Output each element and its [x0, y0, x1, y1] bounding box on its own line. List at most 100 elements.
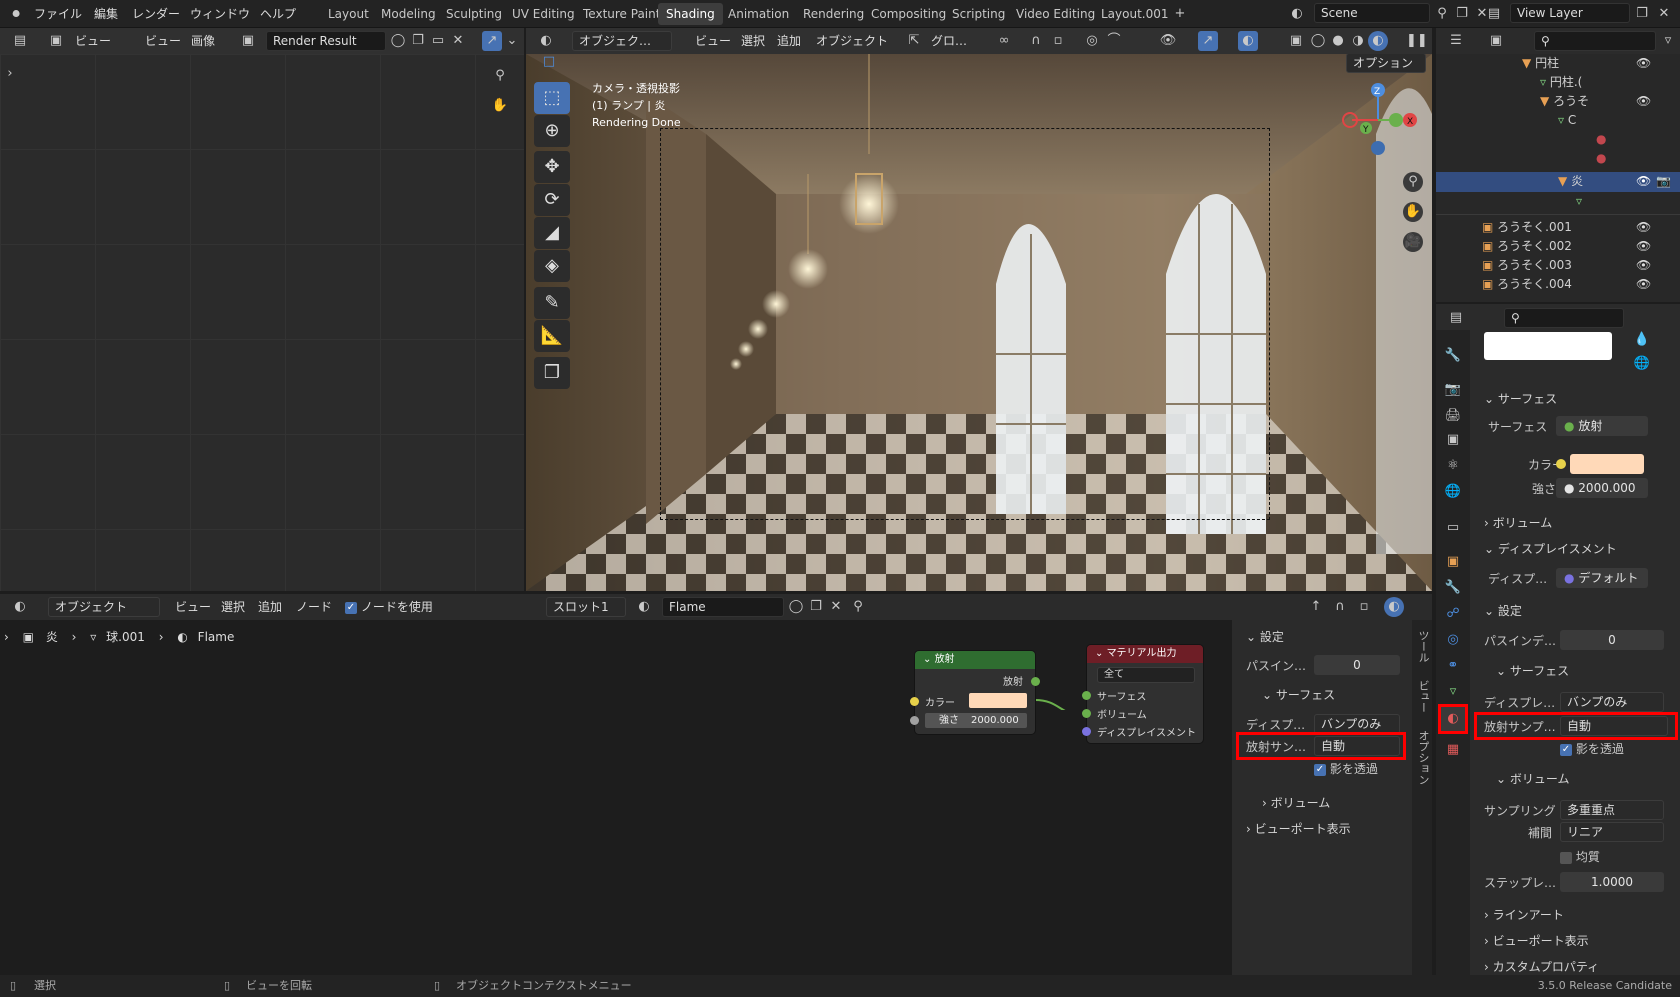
transform-tool-icon[interactable]: ◈: [534, 250, 570, 282]
modifier-tab-icon[interactable]: 🔧: [1443, 578, 1463, 598]
node-snap-icon[interactable]: ∩: [1330, 597, 1350, 617]
image-view-dropdown[interactable]: ビュー: [70, 31, 116, 51]
scene-tab-icon[interactable]: ⚛: [1443, 456, 1463, 476]
node-surface-header[interactable]: ⌄ サーフェス: [1262, 686, 1335, 703]
node-emission-sampling-dropdown[interactable]: 自動: [1314, 736, 1400, 756]
expand-arrow-icon[interactable]: ›: [0, 64, 20, 84]
material-shading-icon[interactable]: ◑: [1348, 31, 1368, 51]
hand-icon[interactable]: ✋: [490, 96, 510, 116]
use-nodes-checkbox[interactable]: ✓ ノードを使用: [340, 597, 438, 617]
outliner-row-material-a[interactable]: ●: [1596, 130, 1606, 149]
viewport-view-menu[interactable]: ビュー: [690, 31, 736, 51]
image-name-field[interactable]: Render Result: [266, 31, 386, 51]
viewport-select-menu[interactable]: 選択: [736, 31, 770, 51]
emission-node[interactable]: ⌄ 放射 放射 カラー 強さ 2000.000: [910, 650, 1040, 735]
node-editor-type-icon[interactable]: ◐: [10, 597, 30, 617]
camera-icon[interactable]: 📷: [1656, 174, 1671, 188]
material-tab-highlight[interactable]: ◐: [1438, 704, 1468, 734]
viewport-object-menu[interactable]: オブジェクト: [811, 31, 893, 51]
transform-orientation-icon[interactable]: ⇱: [904, 31, 924, 51]
tab-scripting[interactable]: Scripting: [944, 3, 1013, 25]
tool-tab-icon[interactable]: 🔧: [1443, 346, 1463, 366]
interp-dropdown[interactable]: リニア: [1560, 822, 1664, 842]
navigation-gizmo[interactable]: Z Y X: [1338, 80, 1418, 170]
outliner-row-candle-002[interactable]: ▣ ろうそく.002: [1482, 237, 1572, 256]
surface-input-socket[interactable]: [1082, 691, 1091, 700]
fake-user-icon[interactable]: ◯: [388, 31, 408, 51]
sub-volume-header[interactable]: ⌄ ボリューム: [1496, 770, 1570, 787]
emission-sampling-dropdown[interactable]: 自動: [1560, 716, 1668, 736]
pivot-icon[interactable]: ∞: [994, 31, 1014, 51]
displacement-field[interactable]: ● デフォルト: [1556, 568, 1648, 588]
node-snap-target-icon[interactable]: ▫: [1354, 597, 1374, 617]
camera-view-icon[interactable]: 🎥: [1403, 232, 1423, 252]
image-view-menu[interactable]: ビュー: [140, 31, 186, 51]
scale-tool-icon[interactable]: ◢: [534, 217, 570, 249]
checkbox-icon[interactable]: [1560, 851, 1572, 864]
material-name-field[interactable]: Flame: [662, 597, 784, 617]
data-tab-icon[interactable]: ▿: [1443, 682, 1463, 702]
unlink-image-icon[interactable]: ✕: [448, 31, 468, 51]
select-new-icon[interactable]: □: [539, 54, 559, 72]
material-fake-user-icon[interactable]: ◯: [786, 597, 806, 617]
open-image-icon[interactable]: ▭: [428, 31, 448, 51]
tab-rendering[interactable]: Rendering: [795, 3, 872, 25]
checkbox-icon[interactable]: ✓: [345, 601, 357, 614]
viewport-pan-icon[interactable]: ✋: [1403, 202, 1423, 222]
eye-icon[interactable]: 👁: [1636, 92, 1651, 111]
wireframe-shading-icon[interactable]: ◯: [1308, 31, 1328, 51]
scene-field[interactable]: Scene: [1314, 3, 1430, 23]
node-select-menu[interactable]: 選択: [216, 597, 250, 617]
proportional-icon[interactable]: ◎: [1082, 31, 1102, 51]
close-view-layer-icon[interactable]: ✕: [1654, 4, 1674, 24]
displacement-panel-header[interactable]: ⌄ ディスプレイスメント: [1484, 540, 1617, 557]
outliner-row-cylinder[interactable]: ▼ 円柱: [1522, 54, 1559, 73]
measure-tool-icon[interactable]: 📐: [534, 320, 570, 352]
node-transparent-shadow-checkbox[interactable]: ✓ 影を透過: [1314, 760, 1378, 777]
emission-color-input[interactable]: [969, 693, 1027, 708]
move-tool-icon[interactable]: ✥: [534, 151, 570, 183]
add-cube-tool-icon[interactable]: ❐: [534, 357, 570, 389]
tab-texture-paint[interactable]: Texture Paint: [575, 3, 668, 25]
global-dropdown[interactable]: グロ…: [926, 31, 972, 51]
image-browse-icon[interactable]: ▣: [238, 31, 258, 51]
eye-icon[interactable]: 👁: [1636, 174, 1651, 188]
solid-shading-icon[interactable]: ●: [1328, 31, 1348, 51]
volume-input-socket[interactable]: [1082, 709, 1091, 718]
sub-surface-header[interactable]: ⌄ サーフェス: [1496, 662, 1569, 679]
output-node-header[interactable]: ⌄ マテリアル出力: [1087, 645, 1203, 663]
filter-icon[interactable]: ▿: [1658, 31, 1678, 51]
tab-modeling[interactable]: Modeling: [373, 3, 444, 25]
scene-icon[interactable]: ◐: [1287, 4, 1307, 24]
add-workspace-icon[interactable]: +: [1170, 4, 1190, 24]
image-canvas[interactable]: › ⚲ ✋: [0, 54, 524, 591]
parent-node-icon[interactable]: ↑: [1306, 597, 1326, 617]
emission-node-header[interactable]: ⌄ 放射: [915, 651, 1035, 669]
outliner-row-candle-004[interactable]: ▣ ろうそく.004: [1482, 275, 1572, 294]
emission-output-socket[interactable]: [1031, 677, 1040, 686]
settings-panel-header[interactable]: ⌄ 設定: [1484, 602, 1522, 619]
material-new-icon[interactable]: ❐: [806, 597, 826, 617]
image-menu[interactable]: 画像: [186, 31, 220, 51]
output-tab-icon[interactable]: 🖨: [1443, 406, 1463, 426]
rotate-tool-icon[interactable]: ⟳: [534, 184, 570, 216]
step-field[interactable]: 1.0000: [1560, 872, 1664, 892]
properties-search-input[interactable]: ⚲: [1504, 308, 1624, 328]
outliner-row-flame-mesh[interactable]: ▿: [1576, 192, 1582, 211]
world-tab-icon[interactable]: 🌐: [1443, 482, 1463, 502]
visibility-icon[interactable]: 👁: [1158, 31, 1178, 51]
preview-sphere-icon[interactable]: 💧: [1632, 330, 1652, 350]
outliner-row-candle-001[interactable]: ▣ ろうそく.001: [1482, 218, 1572, 237]
preview-world-icon[interactable]: 🌐: [1632, 354, 1652, 374]
texture-tab-icon[interactable]: ▦: [1443, 740, 1463, 760]
options-dropdown[interactable]: オプション: [1346, 54, 1426, 73]
new-scene-icon[interactable]: ❐: [1452, 4, 1472, 24]
render-tab-icon[interactable]: 📷: [1443, 380, 1463, 400]
outliner-row-flame-selected[interactable]: ▼ 炎 👁 📷: [1436, 172, 1680, 192]
homogeneous-checkbox[interactable]: 均質: [1560, 848, 1600, 865]
falloff-icon[interactable]: ⌒: [1104, 31, 1124, 51]
menu-window[interactable]: ウィンドウ: [190, 5, 250, 23]
snap-target-icon[interactable]: ▫: [1048, 31, 1068, 51]
node-viewport-display-header[interactable]: › ビューポート表示: [1246, 820, 1351, 837]
pin-icon[interactable]: ⚲: [1432, 4, 1452, 24]
